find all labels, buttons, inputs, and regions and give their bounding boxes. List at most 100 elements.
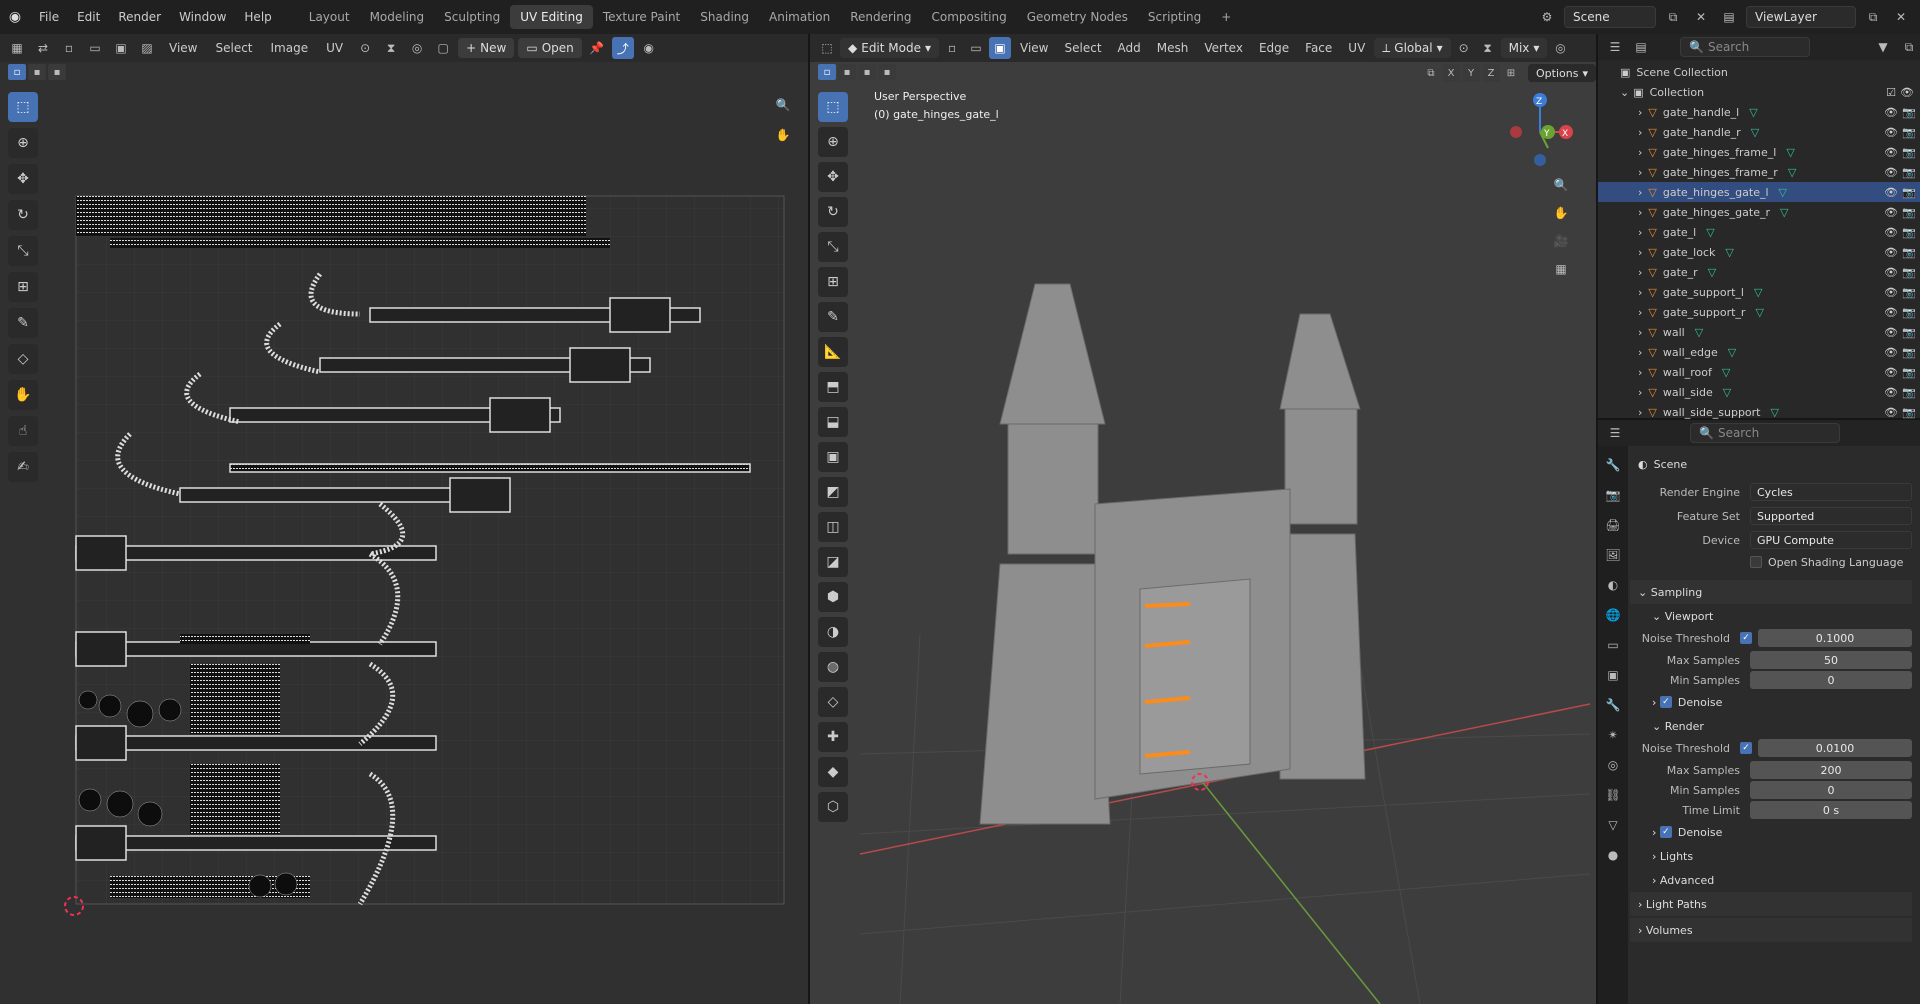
uv-island-hinge[interactable] [75,735,437,751]
select-box-tool-icon[interactable]: ⬚ [818,92,848,122]
uv-island-disc[interactable] [78,788,102,812]
render-camera-icon[interactable]: 📷 [1902,306,1916,319]
expand-icon[interactable]: › [1638,166,1642,179]
bevel-tool-icon[interactable]: ◩ [818,477,848,507]
render-camera-icon[interactable]: 📷 [1902,206,1916,219]
hinge-selected[interactable] [1144,602,1191,608]
uv-island-disc[interactable] [158,698,182,722]
render-camera-icon[interactable]: 📷 [1902,386,1916,399]
uv-island-strip[interactable] [190,764,280,834]
vp-min-field[interactable]: 0 [1750,671,1912,689]
object-tab-icon[interactable]: ▣ [1602,664,1624,686]
outliner-item[interactable]: › ▽ gate_support_r ▽ 👁 📷 [1598,302,1920,322]
render-camera-icon[interactable]: 📷 [1902,346,1916,359]
render-tab-icon[interactable]: 📷 [1602,484,1624,506]
right-tower-roof[interactable] [1279,313,1361,410]
particles-tab-icon[interactable]: ✴ [1602,724,1624,746]
move-tool-icon[interactable]: ✥ [8,164,38,194]
loop-cut-tool-icon[interactable]: ◫ [818,512,848,542]
uv-island-disc[interactable] [126,700,154,728]
uv-island-hinge[interactable] [449,477,511,513]
subtract-select-icon[interactable]: ▪ [48,64,66,80]
expand-icon[interactable]: › [1638,246,1642,259]
box-select-icon[interactable]: ▫ [818,64,836,80]
expand-icon[interactable]: › [1638,406,1642,419]
expand-icon[interactable]: › [1638,306,1642,319]
mode-dropdown[interactable]: ◆ Edit Mode ▾ [840,38,940,58]
cursor-tool-icon[interactable]: ⊕ [8,128,38,158]
extend-select-icon[interactable]: ▪ [28,64,46,80]
outliner-item[interactable]: › ▽ gate_lock ▽ 👁 📷 [1598,242,1920,262]
outliner-search[interactable]: 🔍 Search [1680,37,1810,57]
filter-icon[interactable]: ▼ [1872,36,1894,58]
expand-icon[interactable]: › [1638,326,1642,339]
expand-icon[interactable]: › [1638,126,1642,139]
osl-checkbox[interactable] [1750,556,1762,568]
move-tool-icon[interactable]: ✥ [818,162,848,192]
r-min-field[interactable]: 0 [1750,781,1912,799]
scale-tool-icon[interactable]: ⤡ [8,236,38,266]
visibility-icon[interactable]: 👁 [1884,166,1898,179]
uv-menu-image[interactable]: Image [264,41,316,55]
blender-logo-icon[interactable]: ◉ [0,0,30,34]
outliner-item[interactable]: › ▽ gate_hinges_gate_l ▽ 👁 📷 [1598,182,1920,202]
outliner-item[interactable]: › ▽ wall ▽ 👁 📷 [1598,322,1920,342]
render-camera-icon[interactable]: 📷 [1902,366,1916,379]
data-tab-icon[interactable]: ▽ [1602,814,1624,836]
snap-icon[interactable]: ⧗ [1477,37,1499,59]
knife-tool-icon[interactable]: ◪ [818,547,848,577]
scene-icon[interactable]: ⚙ [1536,6,1558,28]
light-paths-panel-header[interactable]: › Light Paths [1630,892,1912,916]
edge-select-icon[interactable]: ▭ [84,37,106,59]
outliner-item[interactable]: › ▽ gate_hinges_frame_r ▽ 👁 📷 [1598,162,1920,182]
output-tab-icon[interactable]: 🖨 [1602,514,1624,536]
expand-icon[interactable]: › [1638,286,1642,299]
outliner-item[interactable]: › ▽ gate_handle_l ▽ 👁 📷 [1598,102,1920,122]
select-box-tool-icon[interactable]: ⬚ [8,92,38,122]
edge-mode-icon[interactable]: ▭ [965,37,987,59]
modifier-tab-icon[interactable]: 🔧 [1602,694,1624,716]
uv-island-hinge[interactable] [609,297,671,333]
uv-island-disc[interactable] [98,694,122,718]
vp-menu-edge[interactable]: Edge [1252,41,1296,55]
snap-icon[interactable]: ⧗ [380,37,402,59]
tab-sculpting[interactable]: Sculpting [434,5,510,29]
outliner-item[interactable]: › ▽ wall_roof ▽ 👁 📷 [1598,362,1920,382]
visibility-icon[interactable]: 👁 [1900,86,1914,99]
view-layer-field[interactable]: ViewLayer [1746,6,1856,28]
orientation-dropdown[interactable]: ⟂ Global ▾ [1374,38,1451,58]
rotate-tool-icon[interactable]: ↻ [818,197,848,227]
outliner-item[interactable]: › ▽ gate_hinges_frame_l ▽ 👁 📷 [1598,142,1920,162]
remove-scene-icon[interactable]: ✕ [1690,6,1712,28]
relax-tool-icon[interactable]: ☝ [8,416,38,446]
visibility-icon[interactable]: 👁 [1884,126,1898,139]
subtract-select-icon[interactable]: ▪ [858,64,876,80]
left-tower-base[interactable] [979,563,1111,825]
overlays-icon[interactable]: ◉ [638,37,660,59]
uv-island-disc[interactable] [106,790,134,818]
pan-icon[interactable]: ✋ [1550,202,1572,224]
tab-animation[interactable]: Animation [759,5,840,29]
smooth-tool-icon[interactable]: ◍ [818,652,848,682]
expand-icon[interactable]: › [1638,106,1642,119]
render-camera-icon[interactable]: 📷 [1902,146,1916,159]
visibility-icon[interactable]: 👁 [1884,266,1898,279]
collection-checkbox[interactable]: ☑ [1886,86,1896,99]
zoom-icon[interactable]: 🔍 [1550,174,1572,196]
uv-sticky-icon[interactable]: ⤴ [611,37,634,59]
mirror-z-toggle[interactable]: Z [1482,64,1500,82]
remove-view-layer-icon[interactable]: ✕ [1890,6,1912,28]
visibility-icon[interactable]: 👁 [1884,306,1898,319]
expand-icon[interactable]: ⌄ [1620,86,1629,99]
left-tower-roof[interactable] [999,283,1106,425]
visibility-icon[interactable]: 👁 [1884,206,1898,219]
2d-cursor-icon[interactable] [64,896,84,916]
r-noise-field[interactable]: 0.0100 [1758,739,1912,757]
pin-icon[interactable]: 📌 [586,37,608,59]
render-subpanel-header[interactable]: ⌄ Render [1630,714,1912,738]
zoom-icon[interactable]: 🔍 [772,94,794,116]
volumes-panel-header[interactable]: › Volumes [1630,918,1912,942]
uv-island-hinge[interactable] [75,825,127,861]
proportional-dropdown[interactable]: Mix ▾ [1500,38,1548,58]
topology-mirror-icon[interactable]: ⊞ [1502,64,1520,82]
